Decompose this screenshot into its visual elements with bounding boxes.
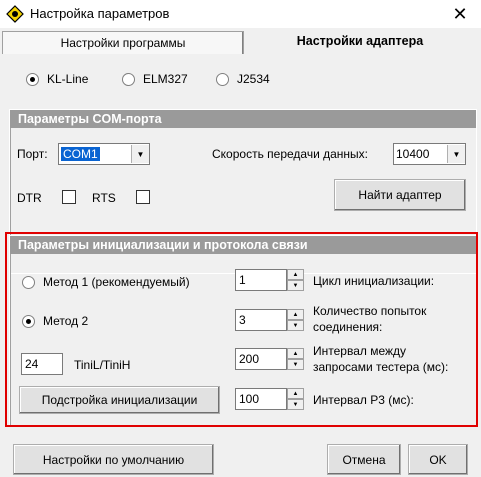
window-title: Настройка параметров: [30, 6, 170, 21]
tab-program-settings[interactable]: Настройки программы: [2, 31, 244, 54]
app-icon: [6, 5, 24, 23]
radio-j2534-label: J2534: [237, 72, 270, 86]
speed-select[interactable]: 10400 ▼: [393, 143, 466, 165]
close-button[interactable]: ✕: [439, 0, 481, 28]
speed-value: 10400: [396, 147, 430, 161]
radio-elm327-circle[interactable]: [122, 72, 135, 86]
radio-elm327-label: ELM327: [143, 72, 188, 86]
radio-j2534[interactable]: J2534: [216, 72, 270, 86]
dtr-label: DTR: [17, 191, 42, 205]
port-select[interactable]: COM1 ▼: [58, 143, 150, 165]
highlight-frame: [5, 232, 478, 427]
radio-kl-line[interactable]: KL-Line: [26, 72, 88, 86]
speed-label: Скорость передачи данных:: [212, 147, 368, 161]
find-adapter-button[interactable]: Найти адаптер: [334, 179, 466, 211]
port-value: COM1: [61, 147, 100, 161]
cancel-button[interactable]: Отмена: [327, 444, 401, 475]
chevron-down-icon[interactable]: ▼: [131, 145, 149, 163]
close-icon: ✕: [452, 3, 468, 24]
defaults-button[interactable]: Настройки по умолчанию: [13, 444, 214, 475]
radio-kl-line-circle[interactable]: [26, 72, 39, 86]
com-port-header: Параметры COM-порта: [10, 110, 476, 128]
dtr-checkbox[interactable]: [62, 190, 76, 204]
title-bar: Настройка параметров ✕: [0, 0, 481, 28]
port-label: Порт:: [17, 147, 48, 161]
rts-label: RTS: [92, 191, 116, 205]
tab-adapter-settings[interactable]: Настройки адаптера: [244, 30, 476, 52]
radio-j2534-circle[interactable]: [216, 72, 229, 86]
rts-checkbox[interactable]: [136, 190, 150, 204]
radio-elm327[interactable]: ELM327: [122, 72, 188, 86]
chevron-down-icon[interactable]: ▼: [447, 145, 465, 163]
ok-button[interactable]: OK: [408, 444, 468, 475]
radio-kl-line-label: KL-Line: [47, 72, 89, 86]
